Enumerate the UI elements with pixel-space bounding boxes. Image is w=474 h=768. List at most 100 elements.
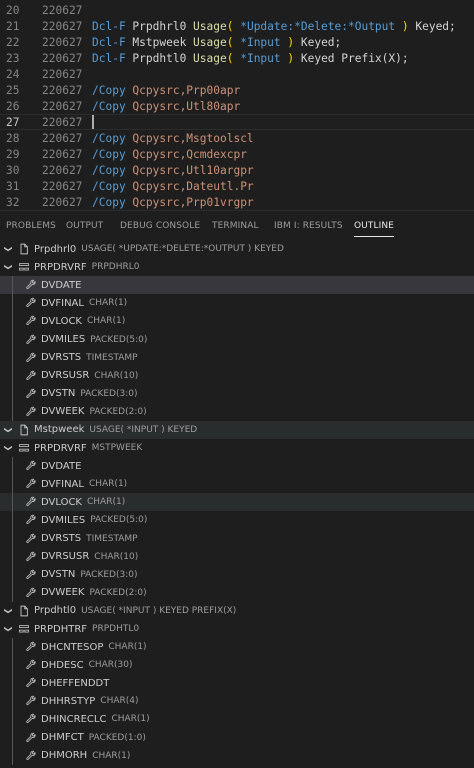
struct-icon <box>17 260 31 274</box>
outline-item-description: MSTPWEEK <box>91 443 143 454</box>
outline-item[interactable]: DVRSUSR CHAR(10) <box>0 547 474 566</box>
code-line[interactable]: 27 220627 <box>0 114 474 130</box>
outline-tree[interactable]: ❯ Prpdhrl0 USAGE( *UPDATE:*DELETE:*OUTPUT … <box>0 240 474 768</box>
outline-item-description: PRPDHRL0 <box>91 262 140 273</box>
outline-item[interactable]: DHHRSTYP CHAR(4) <box>0 692 474 711</box>
tab-outline[interactable]: OUTLINE <box>354 211 394 241</box>
outline-item[interactable]: DVDATE <box>0 457 474 476</box>
code-line[interactable]: 31 220627/Copy Qcpysrc,Dateutl.Pr <box>0 178 474 194</box>
chevron-down-icon[interactable]: ❯ <box>4 443 14 453</box>
code-token: *Input <box>240 35 288 49</box>
chevron-down-icon[interactable]: ❯ <box>4 606 14 616</box>
outline-item[interactable]: ❯ PRPDRVRF MSTPWEEK <box>0 439 474 457</box>
code-text: /Copy Qcpysrc,Utl80apr <box>92 100 240 113</box>
tab-ibmi-results[interactable]: IBM I: RESULTS <box>274 211 343 241</box>
code-token: Qcpysrc,Msgtoolscl <box>132 131 254 145</box>
indent-guide <box>12 638 13 657</box>
code-line[interactable]: 20 220627 <box>0 2 474 18</box>
code-token: Dcl-F <box>92 35 133 49</box>
tab-problems[interactable]: PROBLEMS <box>6 211 56 241</box>
wrench-icon <box>24 278 38 292</box>
tab-output[interactable]: OUTPUT <box>66 211 103 241</box>
outline-item[interactable]: DVRSTS TIMESTAMP <box>0 348 474 367</box>
outline-item-label: Prpdhtl0 <box>34 605 77 617</box>
chevron-down-icon[interactable]: ❯ <box>4 244 14 254</box>
sequence-number: 220627 <box>42 179 83 193</box>
outline-item-description: CHAR(30) <box>88 660 133 671</box>
code-token: Qcpysrc,Prp01vrgpr <box>132 195 254 209</box>
outline-item[interactable]: DVWEEK PACKED(2:0) <box>0 583 474 602</box>
code-line[interactable]: 22 220627 Dcl-F Mstpweek Usage( *Input ) K… <box>0 34 474 50</box>
chevron-down-icon[interactable]: ❯ <box>4 425 14 435</box>
code-token: ( <box>226 19 241 33</box>
wrench-icon <box>24 731 38 745</box>
code-line[interactable]: 25 220627/Copy Qcpysrc,Prp00apr <box>0 82 474 98</box>
code-line[interactable]: 24 220627 <box>0 66 474 82</box>
outline-item-label: PRPDRVRF <box>34 442 87 454</box>
code-token: Dcl-F <box>92 51 133 65</box>
outline-item[interactable]: ❯ Prpdhrl0 USAGE( *UPDATE:*DELETE:*OUTPUT … <box>0 240 474 258</box>
code-line[interactable]: 32 220627/Copy Qcpysrc,Prp01vrgpr <box>0 194 474 210</box>
outline-item[interactable]: DVFINAL CHAR(1) <box>0 475 474 494</box>
line-number: 29 <box>6 147 20 161</box>
outline-item[interactable]: DVSTN PACKED(3:0) <box>0 384 474 403</box>
code-text: /Copy Qcpysrc,Prp01vrgpr <box>92 196 254 209</box>
tab-terminal[interactable]: TERMINAL <box>212 211 259 241</box>
tab-debug-console[interactable]: DEBUG CONSOLE <box>120 211 200 241</box>
chevron-down-icon[interactable]: ❯ <box>4 262 14 272</box>
indent-guide <box>12 674 13 693</box>
code-editor[interactable]: 20 220627 21 220627 Dcl-F Prpdhrl0 Usage( *U… <box>0 0 474 210</box>
outline-item[interactable]: ❯ PRPDHTRF PRPDHTL0 <box>0 620 474 638</box>
indent-guide <box>12 330 13 349</box>
outline-item-description: TIMESTAMP <box>86 533 138 544</box>
code-line[interactable]: 23 220627 Dcl-F Prpdhtl0 Usage( *Input ) K… <box>0 50 474 66</box>
indent-guide <box>12 511 13 530</box>
outline-item[interactable]: DVSTN PACKED(3:0) <box>0 565 474 584</box>
outline-item[interactable]: DHMFCT PACKED(1:0) <box>0 728 474 747</box>
outline-item[interactable]: DHCNTESOP CHAR(1) <box>0 638 474 657</box>
code-text: /Copy Qcpysrc,Dateutl.Pr <box>92 180 254 193</box>
outline-item[interactable]: ❯ Prpdhtl0 USAGE( *INPUT ) KEYED PREFIX(X) <box>0 602 474 620</box>
code-text: Dcl-F Prpdhtl0 Usage( *Input ) Keyed Pre… <box>92 52 409 65</box>
outline-item-label: DVLOCK <box>41 496 82 508</box>
outline-item-label: DVRSUSR <box>41 370 90 382</box>
chevron-down-icon[interactable]: ❯ <box>4 624 14 634</box>
code-token: Qcpysrc,Qcmdexcpr <box>132 147 247 161</box>
outline-item-description: PACKED(1:0) <box>88 732 146 743</box>
outline-item[interactable]: ❯ Mstpweek USAGE( *INPUT ) KEYED <box>0 420 474 440</box>
outline-item-label: DVWEEK <box>41 587 85 599</box>
line-number: 21 <box>6 19 20 33</box>
outline-item-label: DVRSTS <box>41 352 82 364</box>
outline-item[interactable]: DHINCRECLC CHAR(1) <box>0 710 474 729</box>
code-text: Dcl-F Mstpweek Usage( *Input ) Keyed; <box>92 36 341 49</box>
code-token: /Copy <box>92 163 133 177</box>
code-token: Mstpweek <box>132 35 194 49</box>
outline-item[interactable]: DVRSTS TIMESTAMP <box>0 529 474 548</box>
outline-item[interactable]: DVWEEK PACKED(2:0) <box>0 402 474 421</box>
sequence-number: 220627 <box>42 51 83 65</box>
code-token: Usage <box>193 51 227 65</box>
outline-item[interactable]: DVRSUSR CHAR(10) <box>0 366 474 385</box>
code-line[interactable]: 21 220627 Dcl-F Prpdhrl0 Usage( *Update:*D… <box>0 18 474 34</box>
indent-guide <box>12 529 13 548</box>
outline-item[interactable]: DVFINAL CHAR(1) <box>0 294 474 313</box>
code-line[interactable]: 30 220627/Copy Qcpysrc,Utl10argpr <box>0 162 474 178</box>
outline-item[interactable]: DVMILES PACKED(5:0) <box>0 511 474 530</box>
outline-item[interactable]: DHEFFENDDT <box>0 674 474 693</box>
outline-item[interactable]: ❯ PRPDRVRF PRPDHRL0 <box>0 258 474 276</box>
code-line[interactable]: 26 220627/Copy Qcpysrc,Utl80apr <box>0 98 474 114</box>
code-line[interactable]: 29 220627/Copy Qcpysrc,Qcmdexcpr <box>0 146 474 162</box>
indent-guide <box>12 402 13 421</box>
line-number: 23 <box>6 51 20 65</box>
code-token: Prpdhrl0 <box>132 19 194 33</box>
indent-guide <box>12 565 13 584</box>
outline-item-label: DVLOCK <box>41 315 82 327</box>
outline-item[interactable]: DVLOCK CHAR(1) <box>0 493 474 512</box>
outline-item-description: PRPDHTL0 <box>92 624 140 635</box>
outline-item[interactable]: DVLOCK CHAR(1) <box>0 312 474 331</box>
outline-item[interactable]: DHMORH CHAR(1) <box>0 746 474 765</box>
outline-item[interactable]: DVDATE <box>0 276 474 295</box>
outline-item[interactable]: DVMILES PACKED(5:0) <box>0 330 474 349</box>
outline-item[interactable]: DHDESC CHAR(30) <box>0 656 474 675</box>
code-line[interactable]: 28 220627/Copy Qcpysrc,Msgtoolscl <box>0 130 474 146</box>
